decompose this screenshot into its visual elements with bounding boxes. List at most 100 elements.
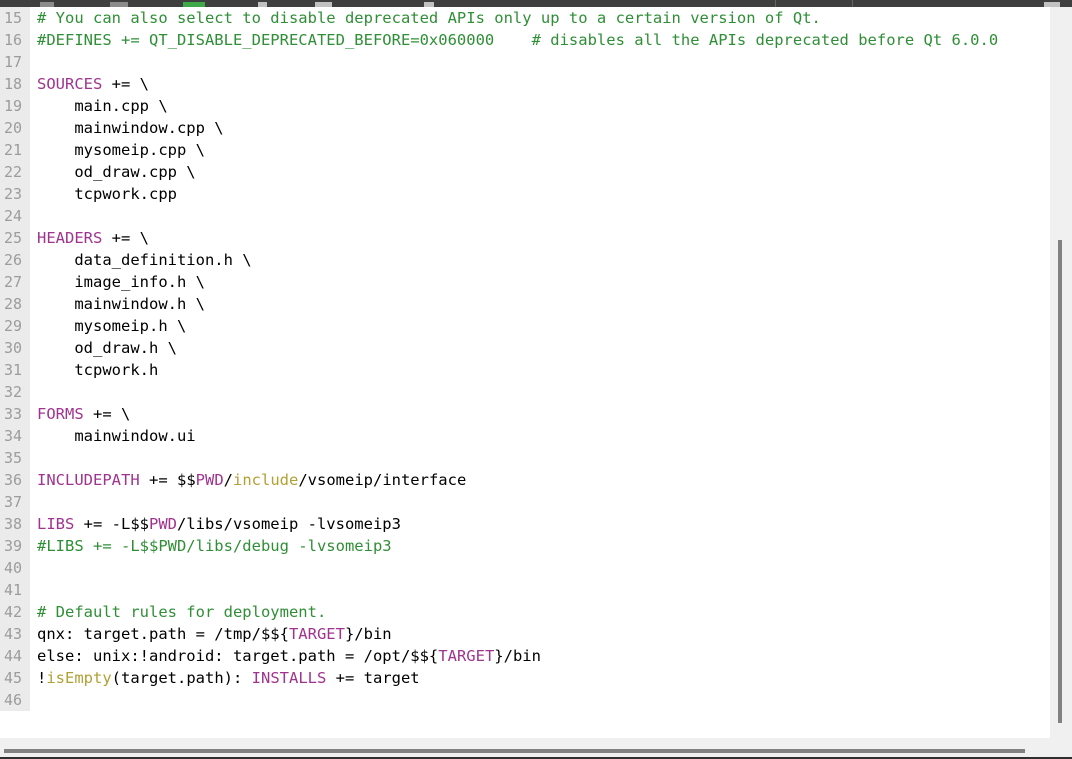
token-plain: (target.path): (111, 669, 252, 687)
token-variable: TARGET (288, 625, 345, 643)
line-number: 44 (3, 647, 22, 665)
code-line-text[interactable]: tcpwork.h (37, 359, 158, 381)
code-line-text[interactable]: else: unix:!android: target.path = /opt/… (37, 645, 541, 667)
code-line-text[interactable]: #DEFINES += QT_DISABLE_DEPRECATED_BEFORE… (37, 29, 998, 51)
token-comment: # Default rules for deployment. (37, 603, 327, 621)
code-line-text[interactable]: tcpwork.cpp (37, 183, 177, 205)
code-line-text[interactable]: #LIBS += -L$$PWD/libs/debug -lvsomeip3 (37, 535, 392, 557)
line-number: 20 (3, 119, 22, 137)
vertical-scrollbar[interactable] (1050, 7, 1072, 738)
code-line-text[interactable]: data_definition.h \ (37, 249, 252, 271)
token-variable: PWD (148, 515, 177, 533)
code-line-text[interactable]: !isEmpty(target.path): INSTALLS += targe… (37, 667, 420, 689)
code-line-text[interactable]: qnx: target.path = /tmp/$${TARGET}/bin (37, 623, 392, 645)
token-plain: mainwindow.ui (37, 427, 196, 445)
line-number: 33 (3, 405, 22, 423)
line-number: 42 (3, 603, 22, 621)
line-number: 21 (3, 141, 22, 159)
code-line-text[interactable]: SOURCES += \ (37, 73, 149, 95)
token-plain: tcpwork.h (37, 361, 159, 379)
line-number: 23 (3, 185, 22, 203)
token-plain: += \ (102, 229, 149, 247)
token-plain: += \ (102, 75, 149, 93)
line-number: 35 (3, 449, 22, 467)
code-line-text[interactable]: INCLUDEPATH += $$PWD/include/vsomeip/int… (37, 469, 466, 491)
toolbar-separator (852, 0, 853, 7)
line-number: 24 (3, 207, 22, 225)
code-line-text[interactable]: HEADERS += \ (37, 227, 149, 249)
code-line-text[interactable]: mainwindow.ui (37, 425, 196, 447)
code-line-text[interactable]: mysomeip.h \ (37, 315, 186, 337)
token-variable: INCLUDEPATH (37, 471, 140, 489)
token-plain: main.cpp \ (37, 97, 168, 115)
token-plain: / (223, 471, 233, 489)
horizontal-scrollbar-thumb[interactable] (4, 749, 1025, 753)
token-plain: od_draw.cpp \ (37, 163, 196, 181)
code-line-text[interactable]: mainwindow.cpp \ (37, 117, 224, 139)
line-number: 26 (3, 251, 22, 269)
code-line-text[interactable]: main.cpp \ (37, 95, 168, 117)
line-number: 45 (3, 669, 22, 687)
token-plain: += $$ (139, 471, 196, 489)
code-editor-window: 15 # You can also select to disable depre… (0, 0, 1072, 759)
code-line-text[interactable]: # Default rules for deployment. (37, 601, 326, 623)
token-variable: TARGET (438, 647, 495, 665)
line-number: 30 (3, 339, 22, 357)
line-number: 37 (3, 493, 22, 511)
code-line-text[interactable]: mysomeip.cpp \ (37, 139, 205, 161)
token-plain: /vsomeip/interface (298, 471, 467, 489)
token-function: isEmpty (46, 669, 112, 687)
code-line-text[interactable]: FORMS += \ (37, 403, 130, 425)
code-line-text[interactable]: od_draw.cpp \ (37, 161, 196, 183)
token-plain: data_definition.h \ (37, 251, 252, 269)
token-plain: += -L$$ (74, 515, 149, 533)
token-function: include (233, 471, 299, 489)
token-plain: /libs/vsomeip -lvsomeip3 (176, 515, 401, 533)
line-number: 38 (3, 515, 22, 533)
code-line-text[interactable]: # You can also select to disable depreca… (37, 7, 821, 29)
line-number: 46 (3, 691, 22, 709)
token-plain: += \ (83, 405, 131, 423)
token-comment: #LIBS += -L$$PWD/libs/debug -lvsomeip3 (37, 537, 392, 555)
token-plain: tcpwork.cpp (37, 185, 177, 203)
line-number: 28 (3, 295, 22, 313)
token-plain: qnx: target.path = /tmp/$${ (37, 625, 289, 643)
token-plain: }/bin (344, 625, 392, 643)
line-number: 31 (3, 361, 22, 379)
toolbar-strip (0, 0, 1072, 7)
line-number: 43 (3, 625, 22, 643)
line-number: 19 (3, 97, 22, 115)
token-variable: PWD (195, 471, 224, 489)
token-plain: }/bin (494, 647, 541, 665)
token-plain: od_draw.h \ (37, 339, 177, 357)
code-line-text[interactable]: LIBS += -L$$PWD/libs/vsomeip -lvsomeip3 (37, 513, 401, 535)
line-number: 39 (3, 537, 22, 555)
line-number: 16 (3, 31, 22, 49)
token-plain: mainwindow.h \ (37, 295, 205, 313)
line-number: 40 (3, 559, 22, 577)
line-number: 17 (3, 53, 22, 71)
token-variable: SOURCES (37, 75, 103, 93)
editor-viewport[interactable]: 15 # You can also select to disable depre… (0, 7, 1072, 738)
token-plain: mysomeip.h \ (37, 317, 187, 335)
line-number: 27 (3, 273, 22, 291)
token-plain: += target (326, 669, 420, 687)
code-line-text[interactable]: mainwindow.h \ (37, 293, 205, 315)
token-plain: else: unix:!android: target.path = /opt/… (37, 647, 439, 665)
line-number: 15 (3, 9, 22, 27)
line-number: 41 (3, 581, 22, 599)
code-line-text[interactable]: image_info.h \ (37, 271, 205, 293)
token-variable: INSTALLS (251, 669, 327, 687)
token-variable: HEADERS (37, 229, 103, 247)
token-variable: LIBS (37, 515, 75, 533)
token-variable: FORMS (37, 405, 84, 423)
vertical-scrollbar-thumb[interactable] (1058, 240, 1062, 723)
code-line-text[interactable]: od_draw.h \ (37, 337, 177, 359)
token-plain: ! (37, 669, 47, 687)
token-plain: image_info.h \ (37, 273, 205, 291)
line-number: 18 (3, 75, 22, 93)
line-number: 25 (3, 229, 22, 247)
token-plain: mainwindow.cpp \ (37, 119, 224, 137)
line-number: 29 (3, 317, 22, 335)
horizontal-scrollbar[interactable] (0, 738, 1072, 757)
